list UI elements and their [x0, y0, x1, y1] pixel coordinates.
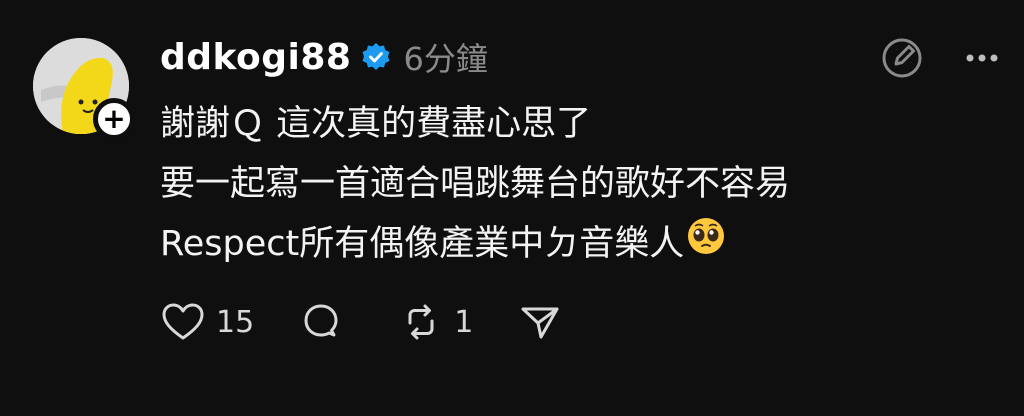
repost-count: 1	[454, 304, 474, 340]
post-text-line: 要一起寫一首適合唱跳舞台的歌好不容易	[160, 164, 791, 204]
follow-badge[interactable]: +	[93, 98, 135, 140]
post-header: ddkogi88 6分鐘	[160, 34, 488, 80]
post-text-line: 謝謝Ｑ 這次真的費盡心思了	[160, 104, 592, 144]
heart-icon	[162, 303, 204, 340]
like-button[interactable]: 15	[160, 299, 254, 345]
post-timestamp: 6分鐘	[403, 40, 488, 78]
post-text-line: Respect所有偶像產業中ㄉ音樂人	[160, 214, 980, 275]
verified-badge-icon	[362, 43, 390, 70]
reply-button[interactable]	[298, 299, 354, 345]
avatar-container[interactable]: +	[33, 38, 135, 140]
post-actions: 15 1	[160, 298, 607, 346]
like-count: 15	[216, 304, 255, 340]
more-icon[interactable]	[960, 36, 1004, 80]
comment-icon	[304, 304, 338, 337]
username[interactable]: ddkogi88	[160, 37, 351, 78]
share-icon	[521, 307, 559, 339]
edit-circle-icon[interactable]	[880, 36, 924, 80]
share-button[interactable]	[517, 299, 563, 345]
repost-button[interactable]: 1	[398, 299, 473, 345]
pleading-face-emoji	[686, 215, 726, 275]
post-text-segment: Respect所有偶像產業中ㄉ音樂人	[160, 224, 685, 264]
post-top-actions	[880, 36, 1004, 80]
repost-icon	[408, 304, 434, 340]
post-body: 謝謝Ｑ 這次真的費盡心思了 要一起寫一首適合唱跳舞台的歌好不容易 Respect…	[160, 94, 980, 275]
